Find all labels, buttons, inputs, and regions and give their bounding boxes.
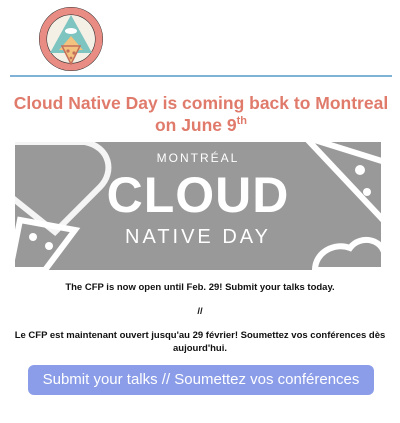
headline-text: Cloud Native Day is coming back to Montr… <box>13 93 389 135</box>
submit-talks-button[interactable]: Submit your talks // Soumettez vos confé… <box>28 365 374 395</box>
cfp-text-fr: Le CFP est maintenant ouvert jusqu'au 29… <box>14 330 386 354</box>
header-divider <box>10 75 392 77</box>
banner-city: MONTRÉAL <box>156 151 240 165</box>
cfp-text-en: The CFP is now open until Feb. 29! Submi… <box>65 282 335 293</box>
headline: Cloud Native Day is coming back to Montr… <box>8 92 394 136</box>
headline-superscript: th <box>236 115 248 128</box>
language-separator: // <box>197 306 203 317</box>
banner-title: CLOUD <box>106 167 290 223</box>
cloud-native-pizza-logo-icon <box>38 6 104 72</box>
event-banner: MONTRÉAL CLOUD NATIVE DAY <box>15 142 381 270</box>
banner-subtitle: NATIVE DAY <box>125 226 271 248</box>
